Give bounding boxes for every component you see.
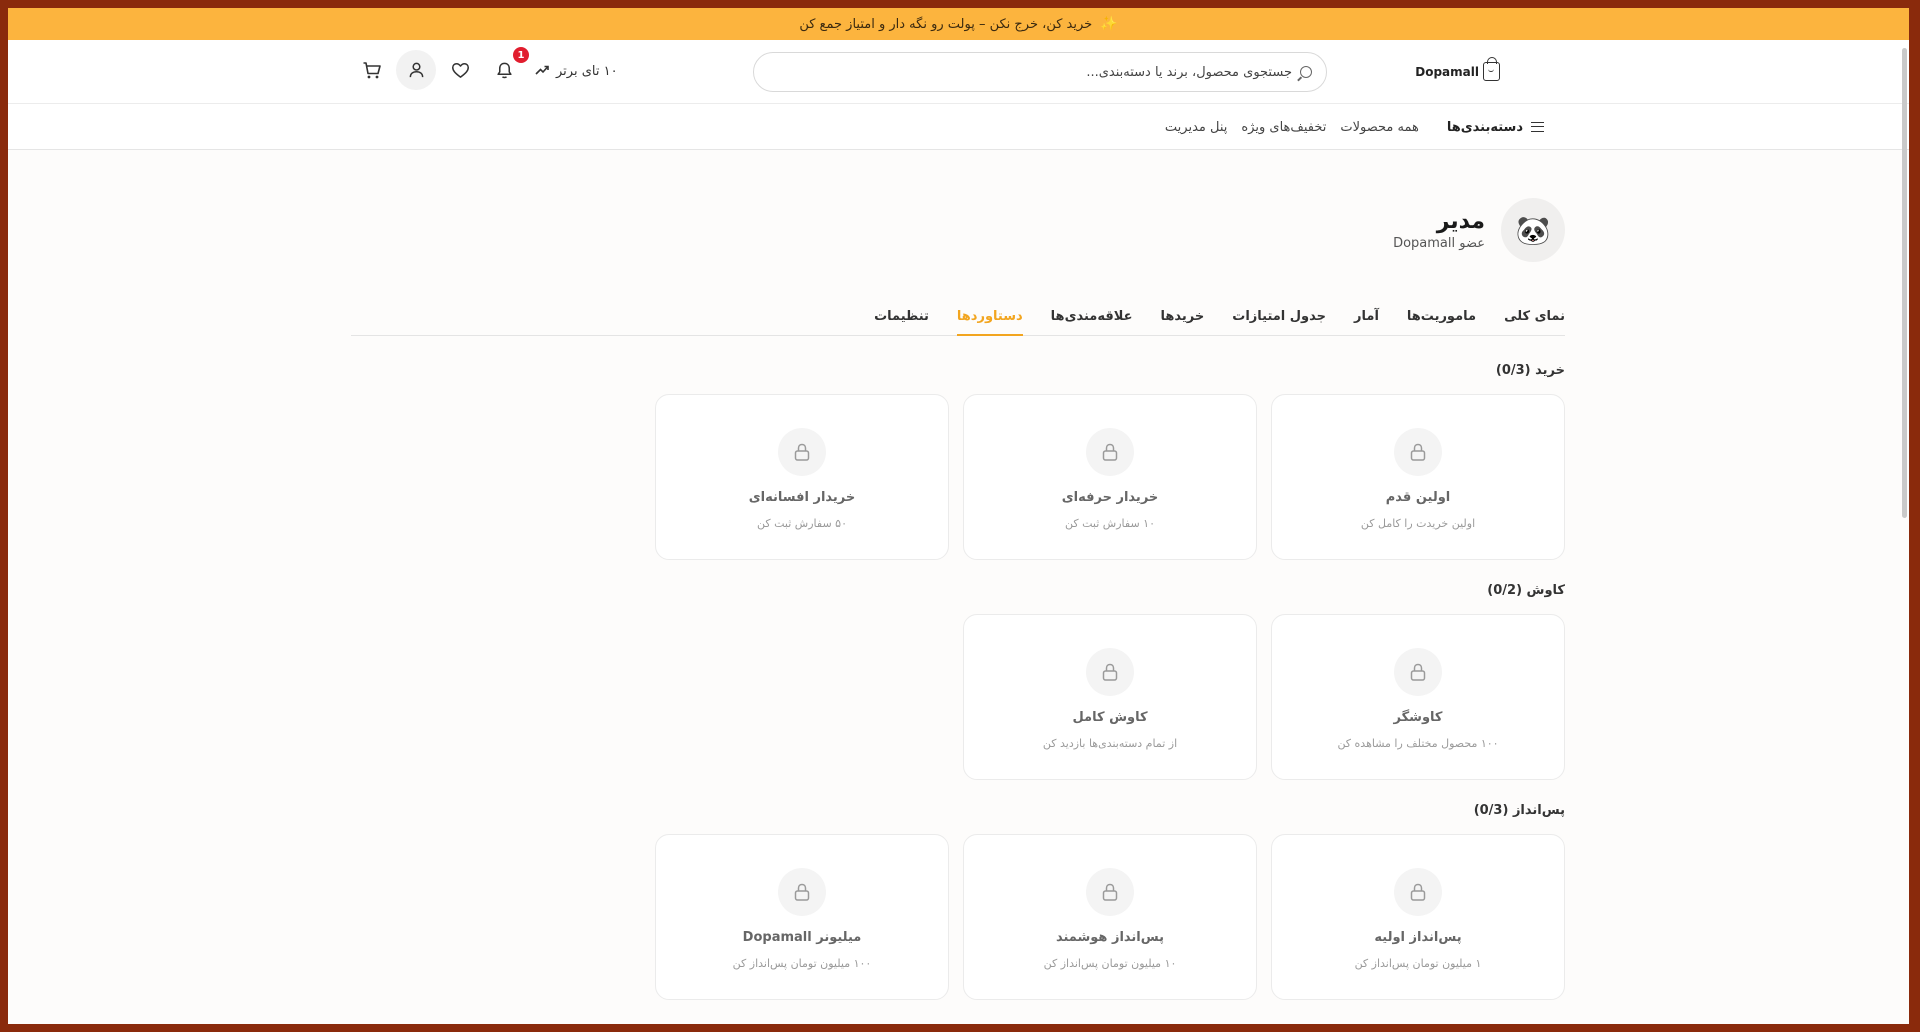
promo-banner: ✨ خرید کن، خرج نکن – پولت رو نگه دار و ا… xyxy=(8,8,1909,40)
achievement-card[interactable]: کاوشگر ۱۰۰ محصول مختلف را مشاهده کن xyxy=(1271,614,1565,780)
section-title-shopping: خرید (0/3) xyxy=(1495,363,1565,378)
sparkle-icon: ✨ xyxy=(1100,16,1118,32)
card-description: ۱۰ سفارش ثبت کن xyxy=(1065,517,1155,530)
banner-text: خرید کن، خرج نکن – پولت رو نگه دار و امت… xyxy=(799,16,1093,32)
tab-leaderboard[interactable]: جدول امتیازات xyxy=(1232,298,1326,336)
scrollbar-thumb[interactable] xyxy=(1902,48,1907,518)
avatar: 🐼 xyxy=(1501,198,1565,262)
categories-label: دسته‌بندی‌ها xyxy=(1446,119,1523,135)
top10-label: ۱۰ تای برتر xyxy=(556,63,618,79)
lock-icon xyxy=(794,443,810,461)
card-title: اولین قدم xyxy=(1385,490,1451,505)
tab-favorites[interactable]: علاقه‌مندی‌ها xyxy=(1051,298,1133,336)
achievement-card[interactable]: خریدار حرفه‌ای ۱۰ سفارش ثبت کن xyxy=(963,394,1257,560)
panda-avatar-icon: 🐼 xyxy=(1515,213,1551,247)
card-title: خریدار افسانه‌ای xyxy=(748,490,856,505)
achievement-card[interactable]: خریدار افسانه‌ای ۵۰ سفارش ثبت کن xyxy=(655,394,949,560)
trending-up-icon xyxy=(535,62,550,80)
browser-window: ✨ خرید کن، خرج نکن – پولت رو نگه دار و ا… xyxy=(8,8,1909,1024)
section-title-savings: پس‌انداز (0/3) xyxy=(1473,803,1565,818)
tab-overview[interactable]: نمای کلی xyxy=(1504,298,1565,336)
card-title: پس‌انداز اولیه xyxy=(1374,930,1462,945)
search-box[interactable] xyxy=(753,52,1327,92)
profile-tabs: نمای کلی ماموریت‌ها آمار جدول امتیازات خ… xyxy=(351,298,1565,336)
card-title: کاوش کامل xyxy=(1072,710,1148,725)
lock-badge xyxy=(1394,428,1442,476)
lock-icon xyxy=(794,883,810,901)
search-input[interactable] xyxy=(754,53,1300,91)
achievement-card[interactable]: پس‌انداز اولیه ۱ میلیون تومان پس‌انداز ک… xyxy=(1271,834,1565,1000)
card-title: خریدار حرفه‌ای xyxy=(1061,490,1159,505)
section-title-exploration: کاوش (0/2) xyxy=(1487,583,1565,598)
shopping-bag-icon xyxy=(1483,57,1500,81)
nav-link-all-products[interactable]: همه محصولات xyxy=(1340,120,1418,135)
tab-achievements[interactable]: دستاوردها xyxy=(956,298,1023,336)
lock-icon xyxy=(1410,663,1426,681)
lock-badge xyxy=(778,868,826,916)
card-description: ۱ میلیون تومان پس‌انداز کن xyxy=(1354,957,1482,970)
cart-icon xyxy=(363,61,381,78)
card-description: از تمام دسته‌بندی‌ها بازدید کن xyxy=(1042,737,1178,750)
card-description: ۱۰۰ محصول مختلف را مشاهده کن xyxy=(1337,737,1499,750)
nav-link-special-offers[interactable]: تخفیف‌های ویژه xyxy=(1241,120,1326,135)
heart-icon xyxy=(451,62,469,78)
main-nav: دسته‌بندی‌ها همه محصولات تخفیف‌های ویژه … xyxy=(8,104,1909,150)
tab-missions[interactable]: ماموریت‌ها xyxy=(1407,298,1476,336)
card-description: اولین خریدت را کامل کن xyxy=(1360,517,1476,530)
tab-settings[interactable]: تنظیمات xyxy=(874,298,929,336)
card-title: کاوشگر xyxy=(1393,710,1443,725)
bell-icon xyxy=(496,62,512,78)
categories-menu-button[interactable]: دسته‌بندی‌ها xyxy=(1447,120,1544,135)
logo-text: Dopamall xyxy=(1415,64,1479,79)
tab-purchases[interactable]: خریدها xyxy=(1161,298,1205,336)
card-title: میلیونر Dopamall xyxy=(742,930,862,945)
achievement-card[interactable]: پس‌انداز هوشمند ۱۰ میلیون تومان پس‌انداز… xyxy=(963,834,1257,1000)
lock-icon xyxy=(1102,883,1118,901)
lock-badge xyxy=(1086,428,1134,476)
profile-header: 🐼 مدیر عضو Dopamall xyxy=(1393,198,1565,262)
card-description: ۵۰ سفارش ثبت کن xyxy=(757,517,847,530)
menu-icon xyxy=(1531,122,1544,132)
tab-stats[interactable]: آمار xyxy=(1354,298,1379,336)
card-description: ۱۰ میلیون تومان پس‌انداز کن xyxy=(1043,957,1177,970)
lock-icon xyxy=(1102,443,1118,461)
achievement-card[interactable]: اولین قدم اولین خریدت را کامل کن xyxy=(1271,394,1565,560)
scrollbar[interactable] xyxy=(1899,8,1909,1024)
achievement-card[interactable]: کاوش کامل از تمام دسته‌بندی‌ها بازدید کن xyxy=(963,614,1257,780)
user-icon xyxy=(409,62,423,78)
lock-badge xyxy=(1086,868,1134,916)
achievement-card[interactable]: میلیونر Dopamall ۱۰۰ میلیون تومان پس‌اند… xyxy=(655,834,949,1000)
lock-badge xyxy=(1394,648,1442,696)
logo[interactable]: Dopamall xyxy=(1415,57,1500,81)
top10-link[interactable]: ۱۰ تای برتر xyxy=(535,62,618,80)
lock-icon xyxy=(1410,443,1426,461)
card-title: پس‌انداز هوشمند xyxy=(1055,930,1165,945)
site-header: Dopamall ۱۰ تای برتر 1 xyxy=(8,40,1909,104)
search-icon[interactable] xyxy=(1300,66,1312,78)
account-button[interactable] xyxy=(396,50,436,90)
profile-subtitle: عضو Dopamall xyxy=(1393,236,1485,251)
notification-badge: 1 xyxy=(513,47,529,63)
lock-badge xyxy=(778,428,826,476)
card-description: ۱۰۰ میلیون تومان پس‌انداز کن xyxy=(732,957,872,970)
lock-badge xyxy=(1394,868,1442,916)
lock-badge xyxy=(1086,648,1134,696)
wishlist-button[interactable] xyxy=(440,50,480,90)
nav-link-admin-panel[interactable]: پنل مدیریت xyxy=(1165,120,1227,135)
cart-button[interactable] xyxy=(352,50,392,90)
lock-icon xyxy=(1410,883,1426,901)
profile-name: مدیر xyxy=(1436,209,1485,234)
lock-icon xyxy=(1102,663,1118,681)
